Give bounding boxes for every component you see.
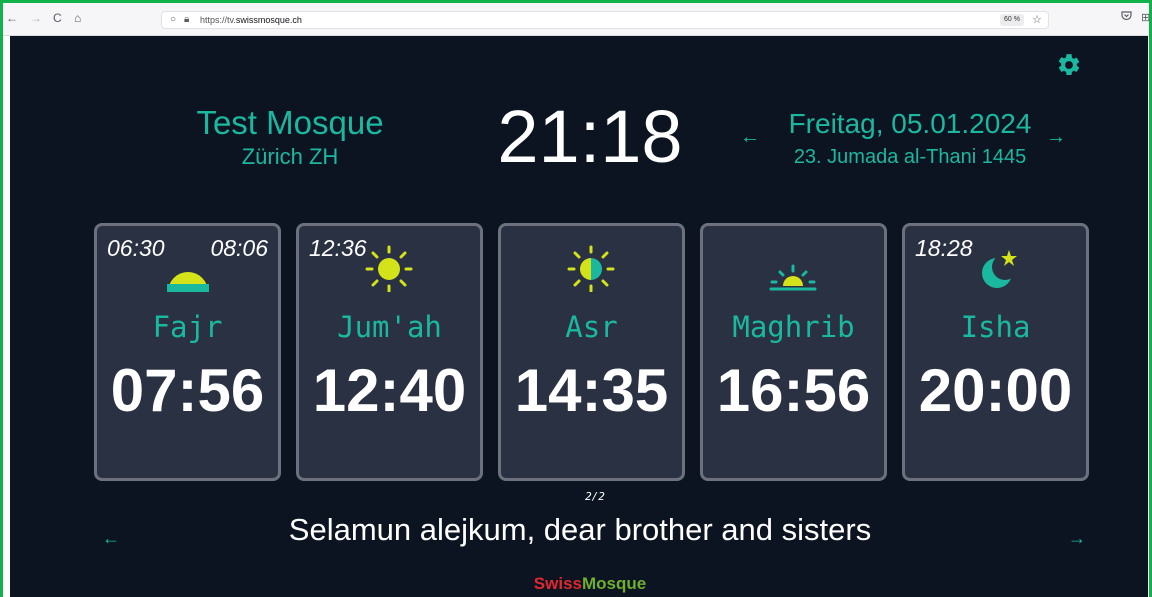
- next-day-arrow[interactable]: →: [1046, 126, 1066, 149]
- sunset-icon: [769, 264, 817, 291]
- home-icon[interactable]: ⌂: [74, 11, 81, 25]
- extensions-icon[interactable]: ⊞: [1141, 11, 1150, 24]
- previous-message-arrow[interactable]: ←: [102, 528, 120, 549]
- announcement-message: Selamun alejkum, dear brother and sister…: [288, 512, 872, 547]
- prayer-time: 12:40: [312, 357, 467, 424]
- prayer-time: 14:35: [514, 357, 669, 424]
- next-message-arrow[interactable]: →: [1068, 528, 1086, 549]
- prayer-times-display: Test Mosque Zürich ZH 21:18 ← Freitag, 0…: [10, 36, 1148, 597]
- moon-star-icon: [982, 250, 1018, 288]
- prayer-name: Jum'ah: [337, 310, 442, 344]
- mosque-city: Zürich ZH: [241, 144, 339, 169]
- url-bar[interactable]: ○ 🔒︎ https://tv.swissmosque.ch 60 % ☆: [161, 11, 1049, 29]
- reload-icon[interactable]: C: [53, 11, 62, 25]
- prayer-time: 07:56: [110, 357, 265, 424]
- sunrise-icon: [167, 272, 209, 292]
- prayer-name: Maghrib: [732, 310, 855, 344]
- prayer-card-jumah: 12:36 Jum'ah 12:40: [296, 223, 483, 481]
- prayer-card-asr: Asr 14:35: [498, 223, 685, 481]
- gregorian-date: Freitag, 05.01.2024: [788, 108, 1032, 139]
- current-time-clock: 21:18: [497, 95, 683, 178]
- sun-icon: [365, 245, 413, 292]
- forward-icon[interactable]: →: [30, 11, 42, 25]
- prayer-name: Asr: [565, 310, 618, 344]
- prayer-card-fajr: 06:30 08:06 Fajr 07:56: [94, 223, 281, 481]
- prayer-card-maghrib: Maghrib 16:56: [700, 223, 887, 481]
- browser-toolbar: ← → C ⌂ ○ 🔒︎ https://tv.swissmosque.ch 6…: [3, 3, 1150, 36]
- mosque-name: Test Mosque: [196, 104, 384, 141]
- prayer-time: 20:00: [918, 357, 1073, 424]
- url-text: https://tv.swissmosque.ch: [200, 15, 302, 25]
- back-icon[interactable]: ←: [6, 11, 18, 25]
- prayer-card-isha: 18:28 Isha 20:00: [902, 223, 1089, 481]
- swissmosque-logo: SwissMosque: [533, 574, 647, 593]
- half-sun-icon: [567, 245, 615, 292]
- prayer-name: Isha: [960, 310, 1031, 344]
- settings-gear-icon[interactable]: [1056, 52, 1082, 78]
- pocket-icon[interactable]: [1121, 11, 1132, 24]
- shield-icon: ○: [170, 14, 177, 25]
- zoom-indicator[interactable]: 60 %: [1000, 14, 1024, 26]
- prayer-name: Fajr: [152, 310, 223, 344]
- slide-pager: 2/2: [585, 490, 605, 503]
- bookmark-star-icon[interactable]: ☆: [1032, 13, 1042, 26]
- lock-icon: 🔒︎: [184, 14, 190, 25]
- previous-day-arrow[interactable]: ←: [740, 126, 760, 149]
- hijri-date: 23. Jumada al-Thani 1445: [793, 146, 1027, 168]
- prayer-time: 16:56: [716, 357, 871, 424]
